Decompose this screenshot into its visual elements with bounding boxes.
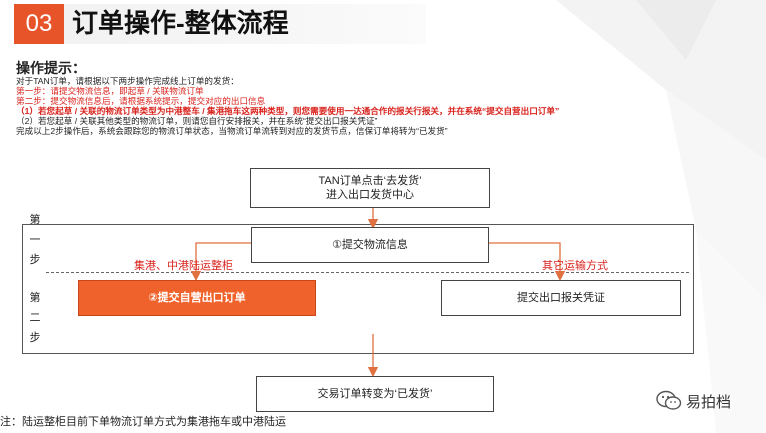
flow-box-submit-customs-voucher: 提交出口报关凭证 — [441, 280, 681, 316]
flow-box-start: TAN订单点击‘去发货’ 进入出口发货中心 — [250, 168, 490, 208]
flow-box-shipped: 交易订单转变为‘已发货’ — [256, 376, 494, 412]
flow-connectors — [190, 206, 566, 378]
flow-box-submit-logistics: ①提交物流信息 — [251, 227, 489, 263]
flow-box-submit-export-order: ②提交自营出口订单 — [78, 280, 316, 316]
left-branch-label: 集港、中港陆运整柜 — [134, 260, 233, 272]
wechat-icon — [656, 390, 682, 410]
right-branch-label: 其它运输方式 — [542, 260, 608, 272]
brand-logo-text: 易拍档 — [686, 394, 732, 411]
footer-note: 注：陆运整柜目前下单物流订单方式为集港拖车或中港陆运 — [0, 416, 286, 428]
